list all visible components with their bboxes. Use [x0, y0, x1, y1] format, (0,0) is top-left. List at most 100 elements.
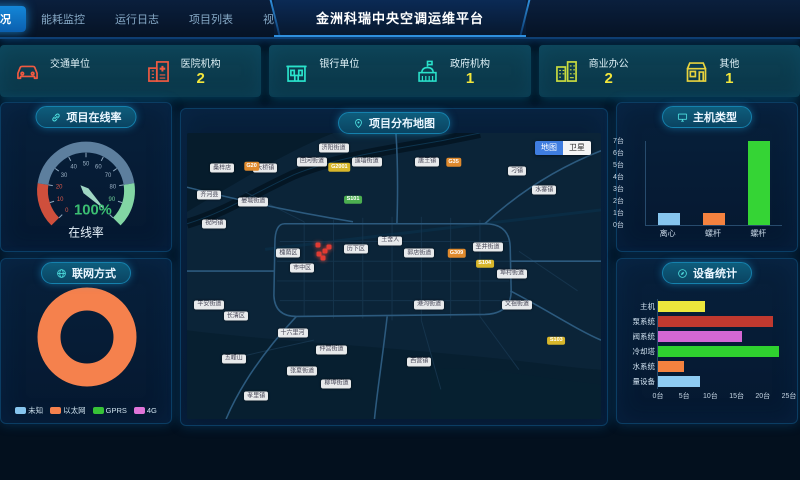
map-label-柳埠街道[interactable]: 柳埠街道: [321, 379, 351, 388]
legend-item-未知[interactable]: 未知: [15, 405, 43, 416]
topbar: 概况能耗监控运行日志项目列表视频监控 金洲科瑞中央空调运维平台: [0, 0, 800, 39]
device-bar[interactable]: [658, 361, 684, 372]
project-marker-4[interactable]: [327, 244, 332, 249]
x-tick-label: 0台: [653, 391, 664, 401]
device-bar[interactable]: [658, 331, 742, 342]
link-icon: [51, 112, 62, 123]
stat-label: 交通单位: [50, 55, 90, 70]
map-label-祝阿镇[interactable]: 祝阿镇: [202, 219, 226, 228]
tab-运行日志[interactable]: 运行日志: [100, 6, 174, 32]
map-label-港沟街道[interactable]: 港沟街道: [414, 300, 444, 309]
legend-item-GPRS[interactable]: GPRS: [93, 405, 127, 416]
gauge-value: 100%: [74, 203, 112, 219]
panel-title: 设备统计: [693, 265, 737, 281]
bar-螺杆[interactable]: [748, 141, 770, 225]
tab-项目列表[interactable]: 项目列表: [174, 6, 248, 32]
map-label-十六里河[interactable]: 十六里河: [278, 329, 308, 338]
x-tick-label: 15台: [729, 391, 744, 401]
map-label-刁镇[interactable]: 刁镇: [508, 167, 526, 176]
device-row-主机: 主机: [621, 299, 789, 314]
host-chart-y-axis: 0台1台2台3台4台5台6台7台: [617, 141, 642, 225]
project-marker-5[interactable]: [320, 255, 325, 260]
y-tick-label: 1台: [613, 208, 638, 218]
government-icon: [414, 58, 441, 85]
bar-离心[interactable]: [658, 213, 680, 225]
device-bar[interactable]: [658, 376, 700, 387]
device-bar[interactable]: [658, 316, 773, 327]
map-area[interactable]: 桑梓店大桥镇回河街道济阳街道遥墙街道唐王镇刁镇水寨镇齐河县晏城街道祝阿镇槐荫区市…: [187, 133, 601, 419]
project-map-panel: 项目分布地图: [180, 108, 608, 426]
device-bar-track: [657, 344, 789, 359]
gauge-label: 在线率: [68, 225, 104, 239]
project-marker-2[interactable]: [322, 249, 327, 254]
stat-item: 银行单位: [269, 55, 400, 87]
stat-item: 医院机构2: [131, 55, 262, 87]
map-label-唐王镇[interactable]: 唐王镇: [415, 157, 439, 166]
device-bar[interactable]: [658, 301, 705, 312]
stat-item: 交通单位: [0, 55, 131, 87]
tab-能耗监控[interactable]: 能耗监控: [26, 6, 100, 32]
svg-text:20: 20: [56, 185, 63, 191]
map-label-长清区[interactable]: 长清区: [224, 312, 248, 321]
map-label-历下区[interactable]: 历下区: [344, 245, 368, 254]
network-legend: 未知以太网 GPRS 4G: [1, 405, 171, 416]
map-label-平安街道[interactable]: 平安街道: [194, 300, 224, 309]
map-mode-button[interactable]: 地图: [535, 141, 563, 155]
map-label-西营镇[interactable]: 西营镇: [407, 357, 431, 366]
map-label-回河街道[interactable]: 回河街道: [297, 157, 327, 166]
left-column: 项目在线率 0102030405060708090 100% 在线率: [0, 102, 172, 426]
x-tick-label: 20台: [755, 391, 770, 401]
stat-texts: 交通单位: [50, 55, 90, 87]
road-shield-G309: G309: [447, 249, 465, 258]
map-label-济阳街道[interactable]: 济阳街道: [319, 144, 349, 153]
svg-text:70: 70: [105, 173, 112, 179]
stat-label: 医院机构: [181, 55, 221, 70]
map-type-control: 地图 卫星: [535, 141, 591, 155]
satellite-mode-button[interactable]: 卫星: [563, 141, 591, 155]
map-label-郭店街道[interactable]: 郭店街道: [404, 249, 434, 258]
device-bar-track: [657, 299, 789, 314]
device-bar-chart: 主机泵系统阀系统冷却塔水系统量设备: [621, 299, 789, 389]
map-label-孝里镇[interactable]: 孝里镇: [244, 392, 268, 401]
map-label-张夏街道[interactable]: 张夏街道: [287, 367, 317, 376]
map-label-仲宫街道[interactable]: 仲宫街道: [316, 345, 346, 354]
map-label-圣井街道[interactable]: 圣井街道: [473, 243, 503, 252]
legend-label: 4G: [147, 406, 157, 415]
map-label-文祖街道[interactable]: 文祖街道: [502, 300, 532, 309]
map-label-晏城街道[interactable]: 晏城街道: [238, 197, 268, 206]
device-row-label: 冷却塔: [621, 346, 655, 357]
map-label-遥墙街道[interactable]: 遥墙街道: [352, 157, 382, 166]
legend-item-以太网[interactable]: 以太网: [50, 405, 86, 416]
panel-title: 主机类型: [693, 109, 737, 125]
project-marker-1[interactable]: [315, 243, 320, 248]
bar-螺杆[interactable]: [703, 213, 725, 225]
map-label-槐荫区[interactable]: 槐荫区: [276, 249, 300, 258]
map-label-市中区[interactable]: 市中区: [290, 264, 314, 273]
map-label-王舍人[interactable]: 王舍人: [378, 236, 402, 245]
device-bar[interactable]: [658, 346, 779, 357]
x-tick-label: 离心: [660, 228, 676, 239]
y-tick-label: 6台: [613, 148, 638, 158]
stat-label: 其他: [719, 55, 739, 70]
legend-swatch: [134, 407, 145, 414]
stat-label: 银行单位: [319, 55, 359, 70]
legend-item-4G[interactable]: 4G: [134, 405, 157, 416]
map-label-桑梓店[interactable]: 桑梓店: [210, 164, 234, 173]
map-label-五峰山[interactable]: 五峰山: [222, 354, 246, 363]
device-row-水系统: 水系统: [621, 359, 789, 374]
tab-概况[interactable]: 概况: [0, 6, 26, 32]
map-label-水寨镇[interactable]: 水寨镇: [532, 186, 556, 195]
page-title: 金洲科瑞中央空调运维平台: [316, 8, 484, 27]
stat-label: 商业办公: [589, 55, 629, 70]
legend-swatch: [50, 407, 61, 414]
stat-texts: 政府机构1: [450, 55, 490, 87]
shop-icon: [683, 58, 710, 85]
network-donut-chart: [1, 277, 173, 391]
device-row-冷却塔: 冷却塔: [621, 344, 789, 359]
road-shield-G2001: G2001: [329, 163, 351, 172]
map-label-齐河县[interactable]: 齐河县: [197, 191, 221, 200]
map-label-埠村街道[interactable]: 埠村街道: [497, 269, 527, 278]
device-row-label: 主机: [621, 301, 655, 312]
svg-text:60: 60: [95, 165, 102, 171]
online-rate-panel: 项目在线率 0102030405060708090 100% 在线率: [0, 102, 172, 252]
